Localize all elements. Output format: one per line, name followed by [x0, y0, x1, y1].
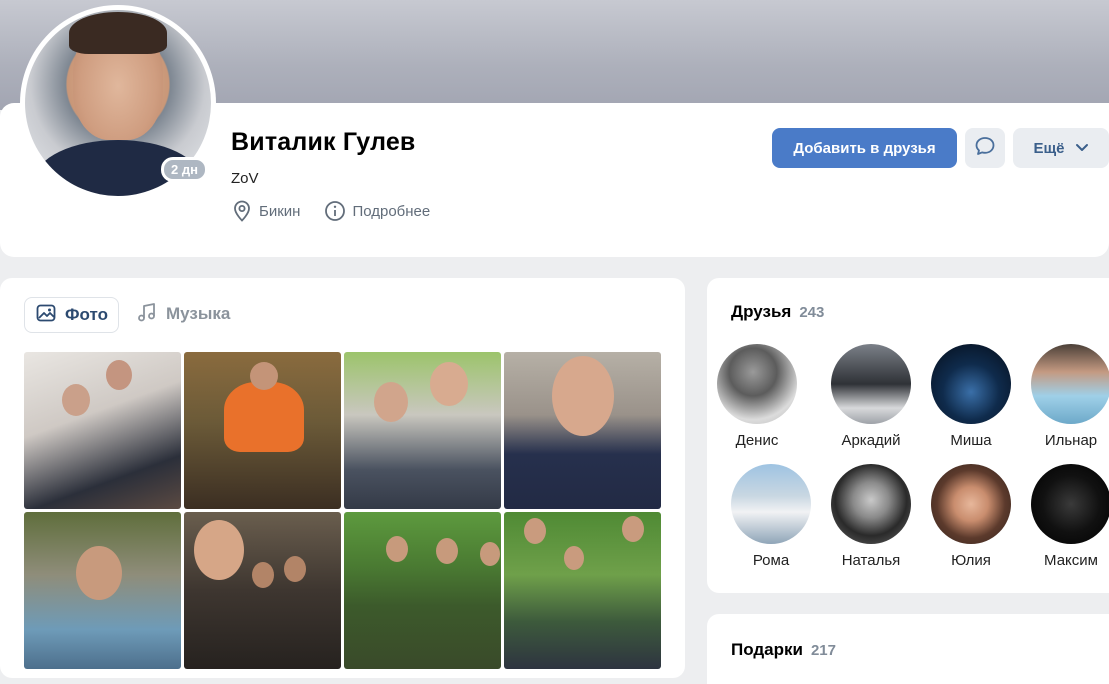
avatar	[831, 344, 911, 424]
friend-item[interactable]: Юлия	[926, 464, 1016, 569]
gifts-header[interactable]: Подарки 217	[731, 640, 836, 660]
avatar	[1031, 344, 1109, 424]
more-button[interactable]: Ещё	[1013, 128, 1109, 168]
photo-thumbnail[interactable]	[24, 352, 181, 509]
gifts-title: Подарки	[731, 640, 803, 659]
photo-icon	[35, 302, 57, 329]
friend-name: Юлия	[951, 552, 991, 569]
photo-thumbnail[interactable]	[184, 352, 341, 509]
last-seen-badge: 2 дн	[161, 157, 208, 182]
friends-title: Друзья	[731, 302, 792, 321]
message-icon	[974, 135, 996, 162]
photo-grid	[24, 352, 661, 669]
friend-item[interactable]: Наталья	[826, 464, 916, 569]
tab-photos[interactable]: Фото	[24, 297, 119, 333]
avatar	[1031, 464, 1109, 544]
friend-item[interactable]: Максим	[1026, 464, 1109, 569]
avatar	[931, 464, 1011, 544]
friend-name: Рома	[752, 552, 790, 569]
profile-city[interactable]: Бикин	[259, 203, 300, 220]
profile-status: ZoV	[231, 170, 259, 187]
more-label: Ещё	[1033, 139, 1065, 157]
profile-details-link[interactable]: Подробнее	[352, 203, 430, 220]
friend-name: Денис	[735, 432, 779, 449]
friend-name: Максим	[1044, 552, 1098, 569]
friend-name: Наталья	[841, 552, 901, 569]
avatar	[831, 464, 911, 544]
friend-name: Аркадий	[841, 432, 901, 449]
music-note-icon	[136, 301, 158, 328]
tab-music-label: Музыка	[166, 304, 231, 323]
friend-item[interactable]: Ильнар	[1026, 344, 1109, 449]
profile-meta: Бикин Подробнее	[231, 200, 430, 222]
avatar	[717, 344, 797, 424]
friend-name: Миша	[950, 432, 992, 449]
gifts-count: 217	[810, 642, 836, 659]
add-friend-button[interactable]: Добавить в друзья	[772, 128, 957, 168]
tab-music[interactable]: Музыка	[136, 297, 230, 331]
photo-thumbnail[interactable]	[344, 352, 501, 509]
friend-item[interactable]: Денис	[712, 344, 802, 449]
friend-item[interactable]: Аркадий	[826, 344, 916, 449]
avatar-hair-shape	[69, 12, 167, 54]
photo-thumbnail[interactable]	[184, 512, 341, 669]
friends-count: 243	[799, 304, 825, 321]
friend-item[interactable]: Миша	[926, 344, 1016, 449]
avatar	[731, 464, 811, 544]
photo-thumbnail[interactable]	[504, 512, 661, 669]
friend-name: Ильнар	[1044, 432, 1098, 449]
photo-thumbnail[interactable]	[504, 352, 661, 509]
friends-header[interactable]: Друзья 243	[731, 302, 824, 322]
chevron-down-icon	[1075, 140, 1089, 157]
tab-photos-label: Фото	[65, 305, 108, 324]
avatar	[931, 344, 1011, 424]
profile-name: Виталик Гулев	[231, 128, 416, 156]
photo-thumbnail[interactable]	[344, 512, 501, 669]
photo-thumbnail[interactable]	[24, 512, 181, 669]
friend-item[interactable]: Рома	[726, 464, 816, 569]
location-pin-icon	[231, 200, 253, 222]
message-button[interactable]	[965, 128, 1005, 168]
info-icon[interactable]	[324, 200, 346, 222]
